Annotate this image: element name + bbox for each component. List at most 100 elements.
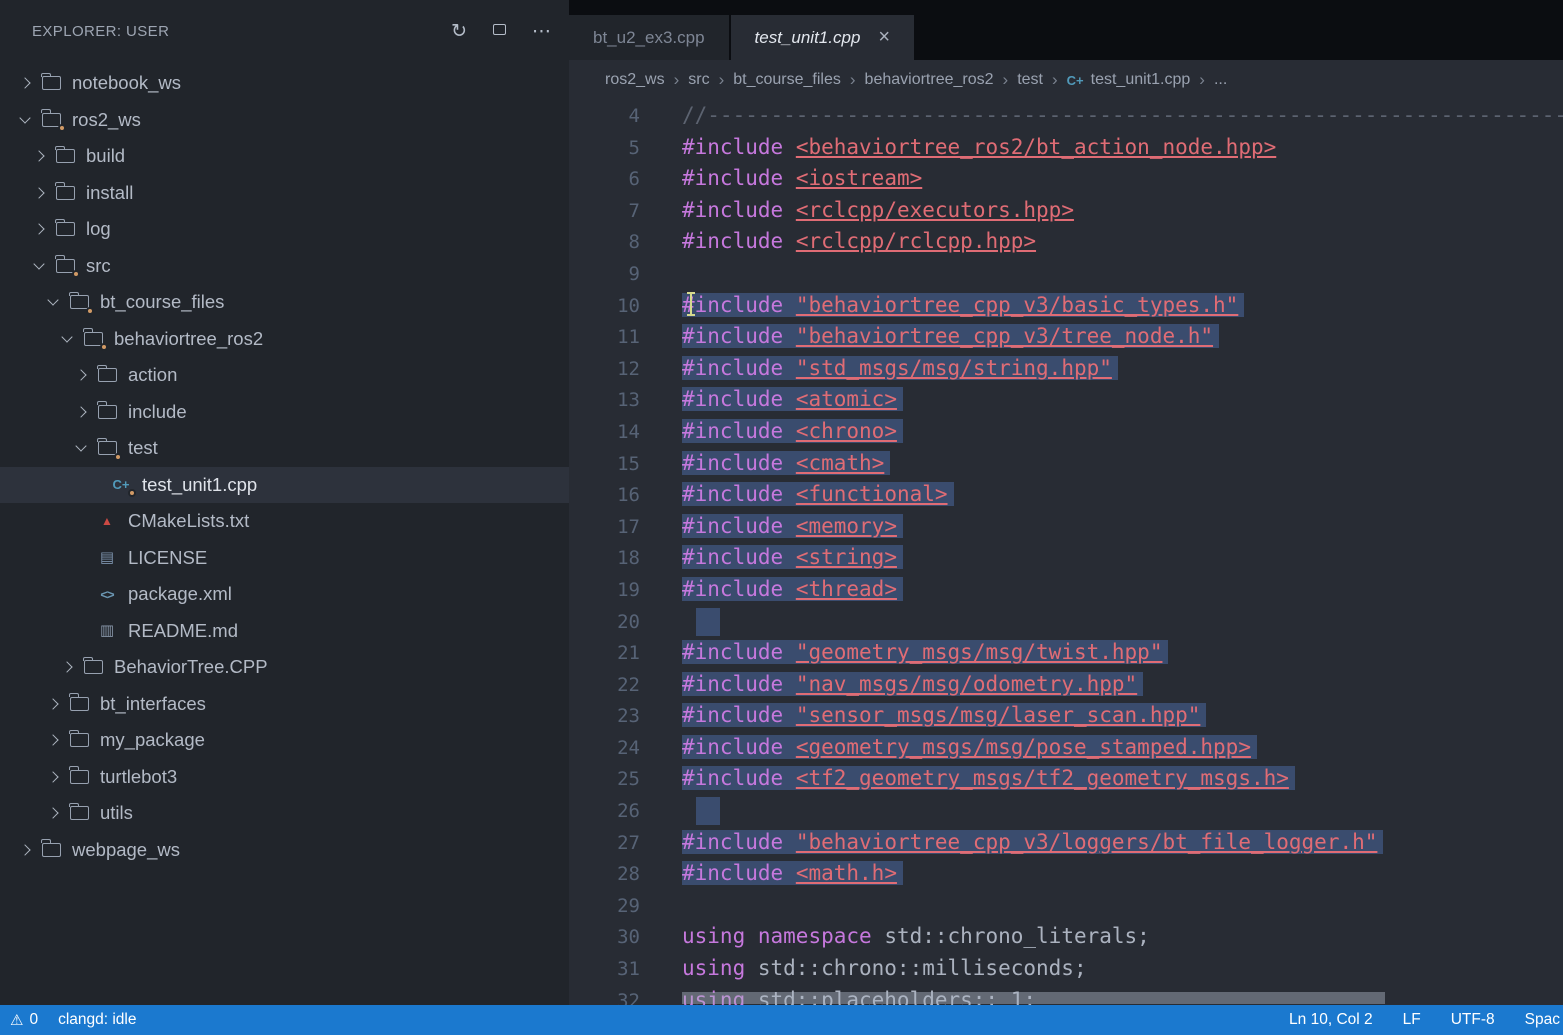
folder-icon — [64, 722, 94, 759]
code-line-25[interactable]: 25#include <tf2_geometry_msgs/tf2_geomet… — [569, 763, 1563, 795]
code-line-19[interactable]: 19#include <thread> — [569, 574, 1563, 606]
code-line-16[interactable]: 16#include <functional> — [569, 479, 1563, 511]
tree-item-CMakeLists.txt[interactable]: ▲CMakeLists.txt — [0, 503, 569, 540]
encoding-indicator[interactable]: UTF-8 — [1451, 1011, 1495, 1029]
code-line-30[interactable]: 30using namespace std::chrono_literals; — [569, 921, 1563, 953]
code-line-26[interactable]: 26 — [569, 795, 1563, 827]
tab-test_unit1.cpp[interactable]: test_unit1.cpp× — [731, 15, 917, 60]
code-line-24[interactable]: 24#include <geometry_msgs/msg/pose_stamp… — [569, 732, 1563, 764]
breadcrumb-item[interactable]: test_unit1.cpp — [1091, 71, 1191, 89]
code-token: <string> — [796, 545, 897, 569]
code-line-29[interactable]: 29 — [569, 890, 1563, 922]
code-line-14[interactable]: 14#include <chrono> — [569, 416, 1563, 448]
chevron-right-icon — [42, 809, 64, 817]
tree-item-test_unit1.cpp[interactable]: C+test_unit1.cpp — [0, 467, 569, 504]
cursor-position[interactable]: Ln 10, Col 2 — [1289, 1011, 1373, 1029]
tree-item-behaviortree_ros2[interactable]: behaviortree_ros2 — [0, 321, 569, 358]
chevron-glyph — [47, 808, 58, 819]
code-line-18[interactable]: 18#include <string> — [569, 542, 1563, 574]
code-line-31[interactable]: 31using std::chrono::milliseconds; — [569, 953, 1563, 985]
tree-item-install[interactable]: install — [0, 175, 569, 212]
tab-bt_u2_ex3.cpp[interactable]: bt_u2_ex3.cpp — [569, 15, 731, 60]
code-token — [783, 577, 796, 601]
breadcrumb-item[interactable]: test — [1017, 71, 1043, 89]
folder-glyph — [56, 186, 75, 200]
breadcrumb-item[interactable]: behaviortree_ros2 — [865, 71, 994, 89]
horizontal-scrollbar[interactable] — [682, 992, 1385, 1004]
code-line-10[interactable]: 10#include "behaviortree_cpp_v3/basic_ty… — [569, 290, 1563, 322]
chevron-right-icon — [42, 736, 64, 744]
line-content — [682, 609, 720, 633]
close-icon[interactable]: × — [878, 26, 890, 49]
cpp-glyph: C+ — [113, 478, 130, 491]
code-line-21[interactable]: 21#include "geometry_msgs/msg/twist.hpp" — [569, 637, 1563, 669]
code-line-13[interactable]: 13#include <atomic> — [569, 384, 1563, 416]
tree-item-webpage_ws[interactable]: webpage_ws — [0, 832, 569, 869]
breadcrumb-item[interactable]: bt_course_files — [733, 71, 841, 89]
line-content: #include <atomic> — [682, 387, 903, 411]
breadcrumb-item[interactable]: ... — [1214, 71, 1227, 89]
eol-indicator[interactable]: LF — [1403, 1011, 1421, 1029]
tree-item-README.md[interactable]: ▥README.md — [0, 613, 569, 650]
code-token: #include — [682, 640, 783, 664]
code-line-28[interactable]: 28#include <math.h> — [569, 858, 1563, 890]
code-token — [783, 545, 796, 569]
tree-item-package.xml[interactable]: <>package.xml — [0, 576, 569, 613]
code-editor[interactable]: 4//-------------------------------------… — [569, 100, 1563, 1005]
code-line-23[interactable]: 23#include "sensor_msgs/msg/laser_scan.h… — [569, 700, 1563, 732]
code-line-5[interactable]: 5#include <behaviortree_ros2/bt_action_n… — [569, 132, 1563, 164]
tree-item-log[interactable]: log — [0, 211, 569, 248]
file-tree: notebook_wsros2_wsbuildinstalllogsrcbt_c… — [0, 65, 569, 868]
tree-item-LICENSE[interactable]: ▤LICENSE — [0, 540, 569, 577]
tree-item-utils[interactable]: utils — [0, 795, 569, 832]
code-line-4[interactable]: 4//-------------------------------------… — [569, 100, 1563, 132]
code-line-6[interactable]: 6#include <iostream> — [569, 163, 1563, 195]
breadcrumb-item[interactable]: src — [688, 71, 709, 89]
code-line-27[interactable]: 27#include "behaviortree_cpp_v3/loggers/… — [569, 827, 1563, 859]
breadcrumb-item[interactable]: ros2_ws — [605, 71, 665, 89]
collapse-folders-icon[interactable] — [493, 22, 506, 41]
tree-item-src[interactable]: src — [0, 248, 569, 285]
more-actions-icon[interactable]: ⋯ — [532, 22, 551, 41]
tree-item-bt_interfaces[interactable]: bt_interfaces — [0, 686, 569, 723]
tree-item-turtlebot3[interactable]: turtlebot3 — [0, 759, 569, 796]
code-line-9[interactable]: 9 — [569, 258, 1563, 290]
code-line-20[interactable]: 20 — [569, 606, 1563, 638]
tree-item-label: BehaviorTree.CPP — [114, 656, 268, 678]
tree-item-build[interactable]: build — [0, 138, 569, 175]
code-token — [783, 229, 796, 253]
line-number: 22 — [569, 670, 640, 702]
tree-item-my_package[interactable]: my_package — [0, 722, 569, 759]
refresh-icon[interactable]: ↻ — [451, 22, 467, 41]
tree-item-ros2_ws[interactable]: ros2_ws — [0, 102, 569, 139]
code-line-15[interactable]: 15#include <cmath> — [569, 448, 1563, 480]
warnings-indicator[interactable]: ⚠ 0 — [10, 1011, 38, 1029]
tree-item-notebook_ws[interactable]: notebook_ws — [0, 65, 569, 102]
tree-item-test[interactable]: test — [0, 430, 569, 467]
code-token — [745, 924, 758, 948]
code-line-22[interactable]: 22#include "nav_msgs/msg/odometry.hpp" — [569, 669, 1563, 701]
code-token: #include — [682, 229, 783, 253]
code-line-7[interactable]: 7#include <rclcpp/executors.hpp> — [569, 195, 1563, 227]
code-token: "geometry_msgs/msg/twist.hpp" — [796, 640, 1163, 664]
code-token — [783, 356, 796, 380]
line-content: #include <chrono> — [682, 419, 903, 443]
tree-item-label: LICENSE — [128, 547, 207, 569]
tree-item-include[interactable]: include — [0, 394, 569, 431]
line-content: #include "std_msgs/msg/string.hpp" — [682, 356, 1118, 380]
code-line-17[interactable]: 17#include <memory> — [569, 511, 1563, 543]
indent-indicator[interactable]: Spac — [1525, 1011, 1560, 1029]
lsp-status[interactable]: clangd: idle — [58, 1011, 136, 1029]
chevron-right-icon — [70, 408, 92, 416]
folder-glyph — [98, 441, 117, 455]
tree-item-action[interactable]: action — [0, 357, 569, 394]
line-content: #include "geometry_msgs/msg/twist.hpp" — [682, 640, 1168, 664]
tree-item-bt_course_files[interactable]: bt_course_files — [0, 284, 569, 321]
line-content: #include <rclcpp/rclcpp.hpp> — [682, 229, 1036, 253]
code-line-12[interactable]: 12#include "std_msgs/msg/string.hpp" — [569, 353, 1563, 385]
code-line-8[interactable]: 8#include <rclcpp/rclcpp.hpp> — [569, 226, 1563, 258]
chevron-right-icon — [14, 79, 36, 87]
tree-item-BehaviorTree.CPP[interactable]: BehaviorTree.CPP — [0, 649, 569, 686]
code-line-11[interactable]: 11#include "behaviortree_cpp_v3/tree_nod… — [569, 321, 1563, 353]
line-content: #include <math.h> — [682, 861, 903, 885]
